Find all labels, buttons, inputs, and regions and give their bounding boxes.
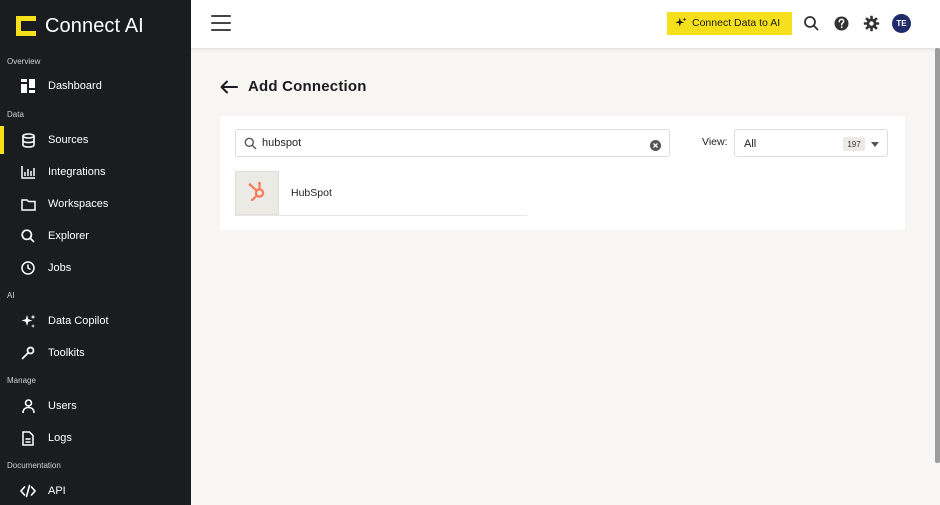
sidebar-item-label: Sources [48, 134, 89, 146]
search-icon[interactable] [803, 15, 820, 32]
connect-data-to-ai-button[interactable]: Connect Data to AI [667, 12, 792, 35]
sidebar: Connect AI Overview Dashboard Data Sourc… [0, 0, 191, 505]
section-label-manage: Manage [7, 376, 36, 385]
user-icon [20, 398, 36, 414]
sidebar-item-label: Integrations [48, 166, 106, 178]
connection-card: View: All 197 HubSpot [220, 116, 905, 230]
sidebar-item-data-copilot[interactable]: Data Copilot [0, 307, 191, 335]
page-title: Add Connection [248, 78, 367, 95]
search-field[interactable] [235, 129, 670, 157]
sidebar-item-label: Logs [48, 432, 72, 444]
section-label-data: Data [7, 110, 24, 119]
menu-icon[interactable] [211, 15, 231, 33]
cta-label: Connect Data to AI [692, 17, 781, 29]
help-icon[interactable] [833, 15, 850, 32]
clear-search-icon[interactable] [650, 138, 661, 151]
sidebar-item-sources[interactable]: Sources [0, 126, 191, 154]
connection-result-hubspot[interactable]: HubSpot [235, 171, 527, 216]
sparkle-icon [20, 313, 36, 329]
section-label-documentation: Documentation [7, 461, 61, 470]
view-label: View: [702, 136, 728, 148]
logo-text: Connect AI [45, 14, 144, 37]
sidebar-item-label: Jobs [48, 262, 72, 274]
page-scrollbar[interactable] [935, 48, 940, 463]
sidebar-item-label: Data Copilot [48, 315, 109, 327]
sidebar-item-label: Users [48, 400, 77, 412]
sidebar-item-integrations[interactable]: Integrations [0, 158, 191, 186]
sidebar-item-users[interactable]: Users [0, 392, 191, 420]
avatar[interactable]: TE [892, 14, 911, 33]
sidebar-item-dashboard[interactable]: Dashboard [0, 72, 191, 100]
hubspot-icon [246, 180, 268, 207]
code-icon [20, 483, 36, 499]
folder-icon [20, 196, 36, 212]
sidebar-item-toolkits[interactable]: Toolkits [0, 339, 191, 367]
bar-chart-icon [20, 164, 36, 180]
section-label-ai: AI [7, 291, 15, 300]
count-badge: 197 [843, 137, 865, 151]
top-header: Connect Data to AI TE [191, 0, 940, 48]
logo[interactable]: Connect AI [14, 14, 144, 38]
sidebar-item-label: Toolkits [48, 347, 85, 359]
hubspot-logo-tile [235, 171, 279, 215]
sparkle-icon [675, 17, 687, 29]
chevron-down-icon [871, 142, 879, 147]
sidebar-item-label: API [48, 485, 66, 497]
view-select-value: All [744, 138, 757, 150]
sidebar-item-jobs[interactable]: Jobs [0, 254, 191, 282]
view-select[interactable]: All 197 [734, 129, 888, 157]
wrench-icon [20, 345, 36, 361]
logo-mark-icon [14, 14, 38, 38]
dashboard-icon [20, 78, 36, 94]
connection-name: HubSpot [291, 187, 332, 199]
sidebar-item-label: Explorer [48, 230, 89, 242]
database-icon [20, 132, 36, 148]
sidebar-item-label: Dashboard [48, 80, 102, 92]
sidebar-item-api[interactable]: API [0, 477, 191, 505]
sidebar-item-workspaces[interactable]: Workspaces [0, 190, 191, 218]
document-icon [20, 430, 36, 446]
sidebar-item-logs[interactable]: Logs [0, 424, 191, 452]
search-icon [20, 228, 36, 244]
gear-icon[interactable] [863, 15, 880, 32]
clock-icon [20, 260, 36, 276]
search-icon [244, 137, 257, 150]
section-label-overview: Overview [7, 57, 41, 66]
sidebar-item-label: Workspaces [48, 198, 109, 210]
search-input[interactable] [262, 135, 642, 151]
back-arrow-icon[interactable] [219, 79, 239, 95]
sidebar-item-explorer[interactable]: Explorer [0, 222, 191, 250]
